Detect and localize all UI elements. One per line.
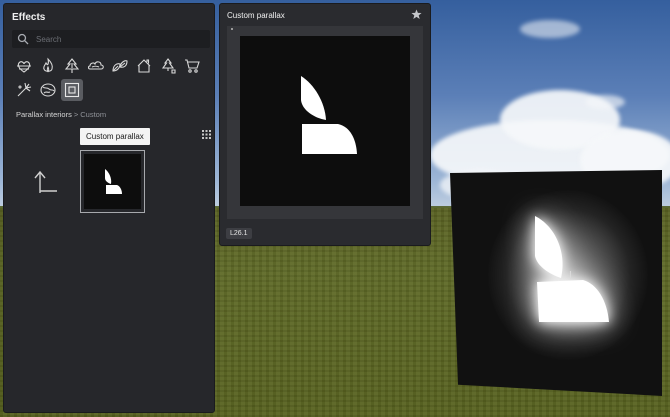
breadcrumb-current: Custom: [80, 110, 107, 119]
breadcrumb-separator: >: [73, 110, 79, 119]
glowing-logo: [535, 216, 609, 322]
house-icon: [137, 59, 151, 73]
logo-preview-icon: [301, 76, 357, 154]
panel-title: Effects: [12, 12, 46, 23]
category-heart-map[interactable]: [13, 55, 35, 77]
search-icon: [17, 33, 29, 45]
category-cloud[interactable]: [85, 55, 107, 77]
cloud-icon: [87, 61, 104, 70]
version-badge: L26.1: [226, 228, 252, 239]
search-box[interactable]: [12, 30, 210, 48]
parallax-preview[interactable]: [240, 36, 410, 206]
heart-map-icon: [17, 61, 31, 73]
category-flame[interactable]: [37, 55, 59, 77]
breadcrumb-parent[interactable]: Parallax interiors: [16, 110, 72, 119]
logo-thumbnail-icon: [105, 169, 122, 194]
frame-marker: [231, 28, 233, 30]
flame-icon: [43, 57, 53, 73]
category-fireworks[interactable]: [13, 79, 35, 101]
christmas-tree-icon: [161, 58, 176, 74]
tree-icon: [64, 58, 80, 73]
category-christmas-tree[interactable]: [157, 55, 179, 77]
breadcrumb: Parallax interiors > Custom: [16, 110, 106, 119]
parallax-square-icon: [64, 82, 80, 98]
mouse-cursor-icon: I: [569, 270, 572, 281]
fireworks-icon: [17, 82, 32, 97]
leaves-icon: [112, 60, 128, 72]
panel-title: Custom parallax: [227, 11, 285, 20]
shopping-cart-icon: [185, 59, 200, 73]
star-favorite-icon[interactable]: [411, 9, 422, 20]
cloud: [585, 95, 625, 109]
custom-parallax-panel: Custom parallax L26.1: [219, 3, 431, 246]
cloud: [520, 20, 580, 38]
thumbnail-preview: [84, 154, 141, 209]
effects-panel: Effects Search Parallax interiors > Cust…: [3, 3, 215, 413]
category-tree[interactable]: [61, 55, 83, 77]
up-level-arrow-icon[interactable]: [32, 169, 62, 195]
category-leaves[interactable]: [109, 55, 131, 77]
preview-frame: [227, 26, 423, 219]
globe-icon: [40, 83, 56, 97]
tooltip: Custom parallax: [80, 128, 150, 145]
category-parallax[interactable]: [61, 79, 83, 101]
category-shopping-cart[interactable]: [181, 55, 203, 77]
grid-view-icon[interactable]: [202, 130, 211, 139]
effect-thumbnail-custom-parallax[interactable]: [80, 150, 145, 213]
search-input[interactable]: [36, 30, 206, 48]
category-house[interactable]: [133, 55, 155, 77]
category-globe[interactable]: [37, 79, 59, 101]
